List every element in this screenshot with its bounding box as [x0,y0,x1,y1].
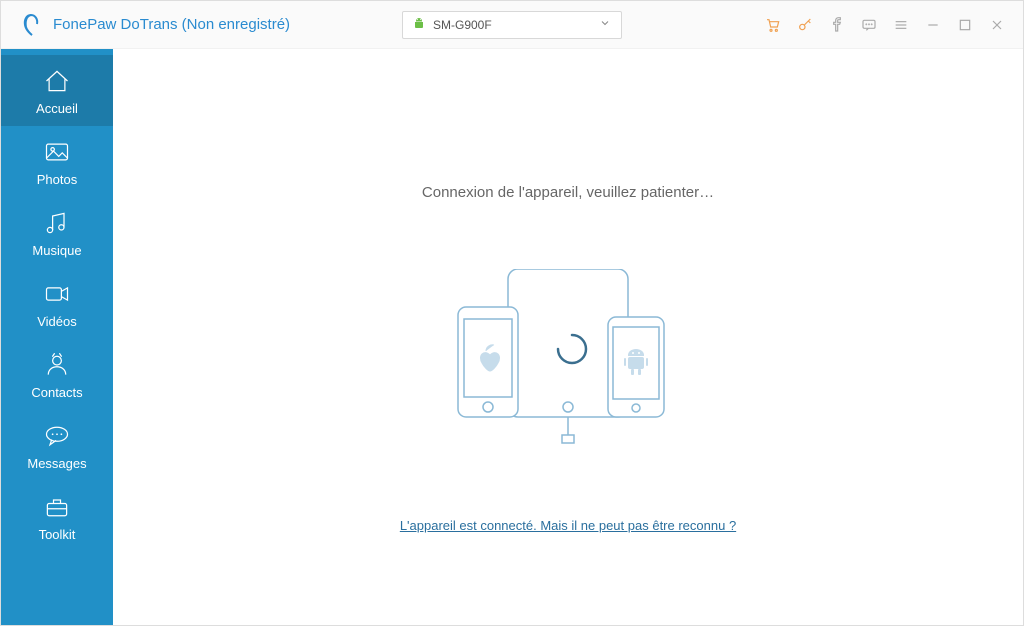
sidebar-item-videos[interactable]: Vidéos [1,268,113,339]
messages-icon [42,422,72,450]
devices-illustration [438,269,698,449]
device-name: SM-G900F [433,18,492,32]
facebook-icon[interactable] [829,17,845,33]
sidebar-item-label: Vidéos [37,314,77,329]
app-logo-icon [19,13,43,37]
key-icon[interactable] [797,17,813,33]
maximize-icon[interactable] [957,17,973,33]
sidebar-item-label: Musique [32,243,81,258]
feedback-icon[interactable] [861,17,877,33]
sidebar-item-music[interactable]: Musique [1,197,113,268]
menu-icon[interactable] [893,17,909,33]
titlebar: FonePaw DoTrans (Non enregistré) SM-G900… [1,1,1023,49]
sidebar-item-messages[interactable]: Messages [1,410,113,481]
toolkit-icon [42,493,72,521]
sidebar-item-contacts[interactable]: Contacts [1,339,113,410]
sidebar-item-home[interactable]: Accueil [1,55,113,126]
close-icon[interactable] [989,17,1005,33]
logo-area: FonePaw DoTrans (Non enregistré) [1,13,290,37]
video-icon [42,280,72,308]
body: Accueil Photos Musique Vidéos Contacts M… [1,49,1023,625]
sidebar-item-label: Photos [37,172,77,187]
help-link-container: L'appareil est connecté. Mais il ne peut… [113,517,1023,535]
photos-icon [42,138,72,166]
main-panel: Connexion de l'appareil, veuillez patien… [113,49,1023,625]
cart-icon[interactable] [765,17,781,33]
chevron-down-icon [599,17,611,32]
sidebar-item-label: Contacts [31,385,82,400]
sidebar-item-label: Messages [27,456,86,471]
minimize-icon[interactable] [925,17,941,33]
sidebar: Accueil Photos Musique Vidéos Contacts M… [1,49,113,625]
sidebar-item-toolkit[interactable]: Toolkit [1,481,113,552]
contacts-icon [42,351,72,379]
app-title: FonePaw DoTrans (Non enregistré) [53,16,290,33]
device-not-recognized-link[interactable]: L'appareil est connecté. Mais il ne peut… [400,518,736,533]
sidebar-item-label: Toolkit [39,527,76,542]
sidebar-item-label: Accueil [36,101,78,116]
system-icons [765,17,1023,33]
connection-status-text: Connexion de l'appareil, veuillez patien… [113,184,1023,201]
device-selector[interactable]: SM-G900F [402,11,622,39]
android-icon [413,17,425,32]
sidebar-item-photos[interactable]: Photos [1,126,113,197]
music-icon [42,209,72,237]
home-icon [42,67,72,95]
